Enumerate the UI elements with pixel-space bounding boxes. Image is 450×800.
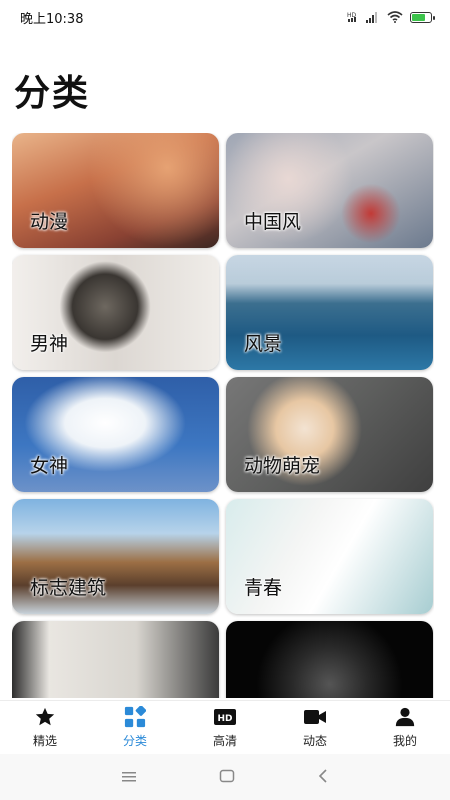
back-icon[interactable] (317, 768, 329, 787)
status-time: 晚上10:38 (20, 11, 84, 27)
svg-text:HD: HD (217, 714, 232, 724)
category-label: 青春 (244, 577, 283, 599)
status-bar: 晚上10:38 HD (0, 0, 450, 34)
category-label: 动物萌宠 (244, 455, 321, 477)
category-label: 男神 (30, 333, 69, 355)
category-tile-scenery[interactable]: 风景 (226, 255, 433, 370)
star-icon (34, 706, 56, 728)
nav-item-featured[interactable]: 精选 (0, 701, 90, 754)
category-tile-anime[interactable]: 动漫 (12, 133, 219, 248)
category-tile-landmarks[interactable]: 标志建筑 (12, 499, 219, 614)
home-icon[interactable] (219, 768, 235, 787)
bottom-nav: 精选 分类 HD 高清 动态 我的 (0, 700, 450, 754)
category-tile-chinese-style[interactable]: 中国风 (226, 133, 433, 248)
nav-item-profile[interactable]: 我的 (360, 701, 450, 754)
nav-label: 我的 (392, 734, 417, 748)
nav-item-categories[interactable]: 分类 (90, 701, 180, 754)
nav-label: 精选 (32, 734, 57, 748)
grid-icon (124, 706, 146, 728)
battery-fill (412, 13, 425, 21)
nav-item-dynamic[interactable]: 动态 (270, 701, 360, 754)
wifi-icon (387, 11, 403, 23)
user-icon (394, 706, 416, 728)
system-nav-bar (0, 754, 450, 800)
menu-icon[interactable] (121, 768, 137, 787)
category-label: 标志建筑 (30, 577, 107, 599)
video-camera-icon (303, 706, 327, 728)
category-tile-dark[interactable] (226, 621, 433, 698)
nav-label: 高清 (212, 734, 237, 748)
status-icons: HD (347, 11, 435, 23)
nav-item-hd[interactable]: HD 高清 (180, 701, 270, 754)
battery-icon (410, 11, 435, 23)
signal-icon (366, 12, 377, 23)
category-label: 动漫 (30, 211, 69, 233)
nav-label: 分类 (122, 734, 147, 748)
nav-label: 动态 (302, 734, 327, 748)
category-label: 女神 (30, 455, 69, 477)
page-title: 分类 (14, 73, 91, 114)
hd-icon: HD (347, 12, 357, 22)
hd-icon: HD (213, 706, 237, 728)
category-tile-calligraphy[interactable] (12, 621, 219, 698)
category-tile-female-idol[interactable]: 女神 (12, 377, 219, 492)
category-tile-youth[interactable]: 青春 (226, 499, 433, 614)
category-tile-male-idol[interactable]: 男神 (12, 255, 219, 370)
category-tile-pets[interactable]: 动物萌宠 (226, 377, 433, 492)
category-grid: 动漫 中国风 男神 风景 女神 动物萌宠 标志建筑 青春 (12, 133, 434, 698)
category-label: 中国风 (244, 211, 302, 233)
category-label: 风景 (244, 333, 283, 355)
